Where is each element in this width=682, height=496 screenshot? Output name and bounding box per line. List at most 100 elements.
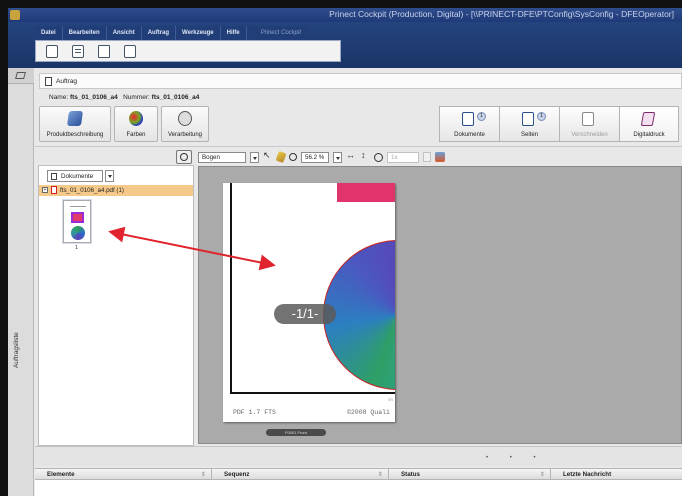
menu-auftrag[interactable]: Auftrag [142, 26, 177, 40]
view-mode-arrow[interactable] [250, 151, 259, 163]
col-sequenz[interactable]: Sequenz ⇕ [212, 469, 389, 480]
menu-hilfe[interactable]: Hilfe [221, 26, 247, 40]
job-doc-icon [45, 77, 52, 86]
zoom-dropdown-arrow[interactable] [333, 151, 342, 163]
window-title: Prinect Cockpit (Production, Digital) - … [329, 9, 674, 19]
colors-icon [129, 111, 143, 126]
menu-werkzeuge[interactable]: Werkzeuge [176, 26, 221, 40]
produktbeschreibung-button[interactable]: Produktbeschreibung [39, 106, 111, 142]
job-number-value: fts_01_0106_a4 [151, 94, 200, 101]
job-icon[interactable] [46, 44, 58, 58]
document-tree: Dokumente + fts_01_0106_a4.pdf (1) 1 [38, 165, 194, 446]
screen: Prinect Cockpit (Production, Digital) - … [0, 0, 682, 496]
print-queue-icon[interactable] [72, 44, 84, 58]
documents-dropdown[interactable]: Dokumente [47, 170, 103, 182]
documents-small-icon [51, 173, 57, 180]
step-seiten-badge: 1 [537, 112, 546, 121]
divider [35, 146, 682, 147]
pink-color-patch [337, 183, 395, 202]
sheet-preview: 0S PDF 1.7 FTS ©2008 Quali -1/1- [223, 183, 395, 422]
col-letzte-nachricht[interactable]: Letzte Nachricht [551, 469, 682, 480]
step-dokumente[interactable]: 1 Dokumente [439, 106, 499, 142]
disabled-dropdown [423, 152, 431, 162]
footer-right-text: ©2008 Quali [347, 409, 390, 416]
disabled-scale-field: 1x [387, 151, 419, 163]
step-seiten-label: Seiten [520, 132, 538, 138]
tab-auftrag-label: Auftrag [56, 78, 77, 85]
menu-bearbeiten[interactable]: Bearbeiten [63, 26, 107, 40]
documents-icon [462, 112, 474, 126]
document-pane: Dokumente + fts_01_0106_a4.pdf (1) 1 [38, 150, 196, 446]
file-name: fts_01_0106_a4.pdf (1) [60, 187, 124, 194]
verarbeitung-button[interactable]: Verarbeitung [161, 106, 209, 142]
step-seiten[interactable]: 1 Seiten [499, 106, 559, 142]
page-counter-badge: -1/1- [274, 304, 336, 324]
job-list-toggle[interactable] [8, 68, 34, 84]
col-status-label: Status [401, 471, 420, 478]
viewer-toolbar: Bogen 56.2 % 1x [198, 150, 682, 164]
workflow-steps: 1 Dokumente 1 Seiten Verschneiden Digita… [439, 106, 679, 142]
footer-small-text: 0S [388, 397, 393, 402]
thumb-page-number: 1 [75, 245, 79, 251]
file-row-selected[interactable]: + fts_01_0106_a4.pdf (1) [39, 185, 193, 196]
menu-datei[interactable]: Datei [35, 26, 63, 40]
step-verschneiden[interactable]: Verschneiden [559, 106, 619, 142]
step-dokumente-badge: 1 [477, 112, 486, 121]
col-status[interactable]: Status ⇕ [389, 469, 551, 480]
brand-label: Prinect Cockpit [260, 30, 301, 36]
documents-dropdown-label: Dokumente [61, 173, 94, 180]
zoom-tool-icon[interactable] [289, 153, 297, 161]
job-name-line: Name: fts_01_0106_a4 Nummer: fts_01_0106… [49, 94, 199, 101]
table-header: Elemente ⇕ Sequenz ⇕ Status ⇕ Letzte Nachri… [35, 468, 682, 480]
documents-dropdown-arrow[interactable] [105, 170, 114, 182]
main-toolbar [35, 40, 341, 62]
job-list-label[interactable]: Auftragsliste [13, 332, 20, 368]
job-settings-buttons: Produktbeschreibung Farben Verarbeitung [39, 106, 209, 142]
step-dokumente-label: Dokumente [454, 132, 485, 138]
thumb-color-wheel [71, 226, 85, 240]
menu-bar: Datei Bearbeiten Ansicht Auftrag Werkzeu… [35, 26, 307, 40]
loupe-icon[interactable] [374, 152, 383, 162]
page-thumbnail[interactable] [63, 200, 91, 243]
sort-icon: ⇕ [200, 471, 206, 478]
pen-tool-icon[interactable] [275, 150, 287, 164]
pane-toggle-button[interactable] [176, 150, 192, 164]
expand-icon[interactable]: + [42, 187, 48, 193]
page-viewer[interactable]: 0S PDF 1.7 FTS ©2008 Quali -1/1- F0001 F… [198, 166, 682, 444]
fit-height-icon[interactable] [360, 150, 370, 162]
col-sequenz-label: Sequenz [224, 471, 250, 478]
sort-icon: ⇕ [539, 471, 545, 478]
fit-width-icon[interactable] [346, 150, 356, 162]
thumb-header-line [70, 206, 86, 207]
step-verschneiden-label: Verschneiden [571, 132, 608, 138]
menu-area: Datei Bearbeiten Ansicht Auftrag Werkzeu… [8, 22, 682, 68]
product-description-icon [66, 111, 84, 126]
imposition-icon [582, 112, 594, 126]
sort-icon: ⇕ [377, 471, 383, 478]
pointer-tool-icon[interactable] [263, 150, 273, 162]
splitter-bar[interactable]: • • • [35, 446, 682, 466]
col-elemente-label: Elemente [47, 471, 75, 478]
color-tool-icon[interactable] [435, 152, 445, 162]
crop-line-horizontal [230, 392, 395, 394]
produktbeschreibung-label: Produktbeschreibung [46, 132, 104, 138]
folder-icon [15, 72, 26, 79]
number-label: Nummer: [123, 94, 150, 101]
zoom-field[interactable]: 56.2 % [301, 151, 329, 163]
device-icon[interactable] [98, 44, 110, 58]
farben-button[interactable]: Farben [114, 106, 158, 142]
table-body [35, 480, 682, 496]
splitter-grip[interactable]: • • • [486, 455, 546, 461]
view-mode-select[interactable]: Bogen [198, 151, 246, 163]
verarbeitung-label: Verarbeitung [167, 132, 203, 138]
pages-icon [522, 112, 534, 126]
col-elemente[interactable]: Elemente ⇕ [35, 469, 212, 480]
archive-icon[interactable] [124, 44, 136, 58]
step-digitaldruck[interactable]: Digitaldruck [619, 106, 679, 142]
tab-auftrag[interactable]: Auftrag [39, 73, 682, 89]
job-name-value: fts_01_0106_a4 [69, 94, 118, 101]
pdf-icon [51, 186, 57, 194]
menu-ansicht[interactable]: Ansicht [107, 26, 142, 40]
thumb-pink-box [71, 212, 84, 223]
name-label: Name: [49, 94, 69, 101]
